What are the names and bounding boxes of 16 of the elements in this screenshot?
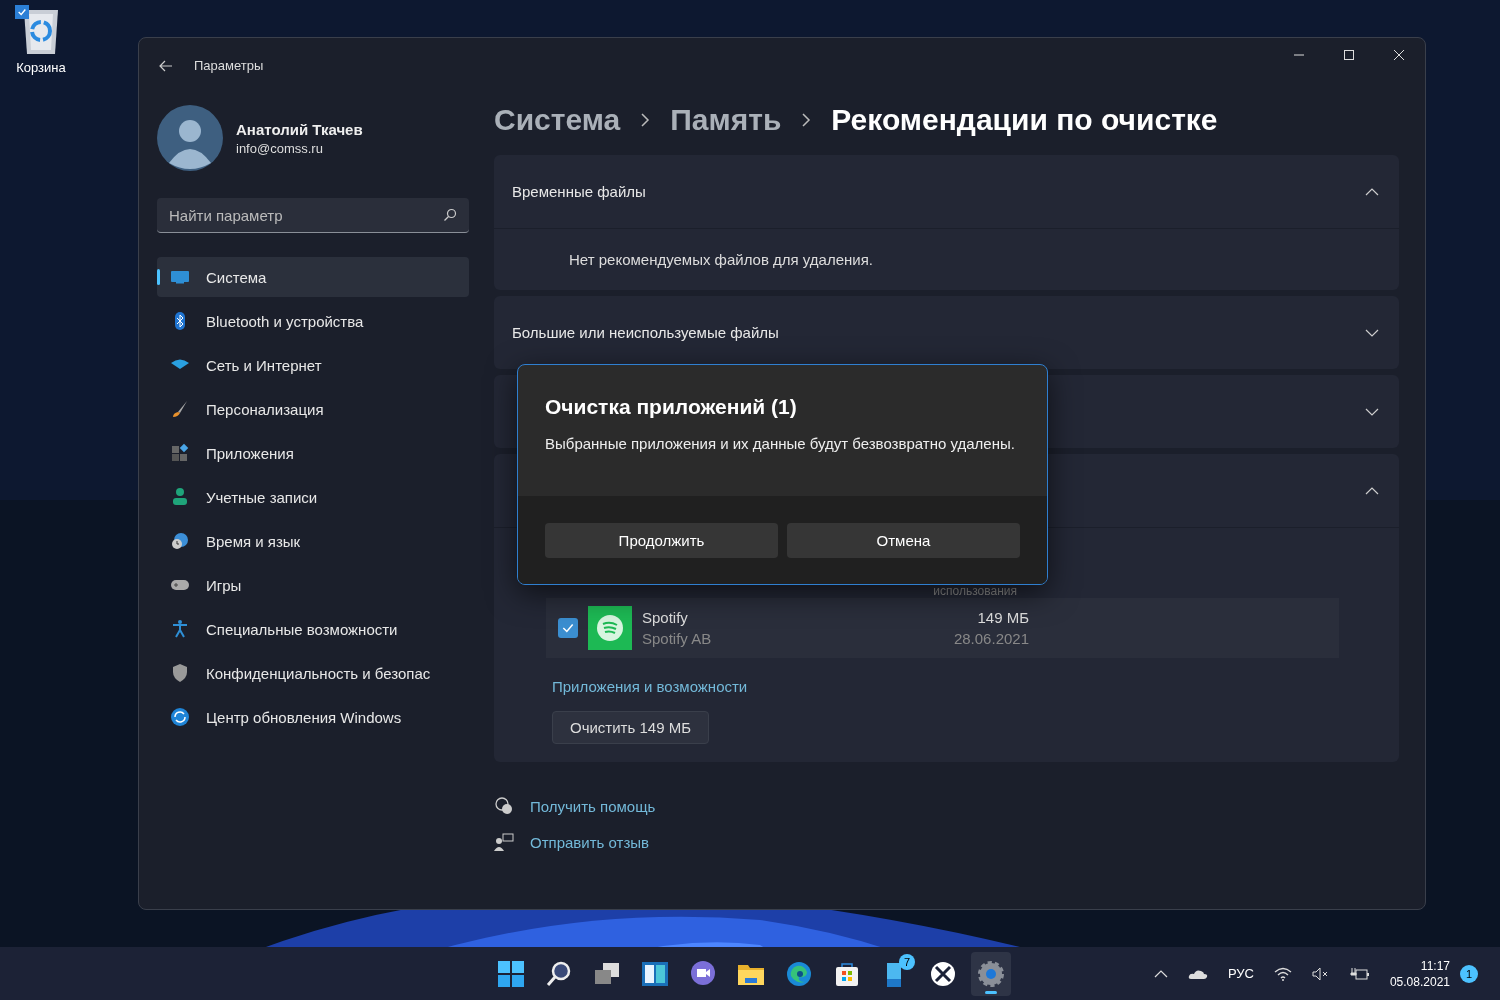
- column-header: использования: [933, 584, 1017, 598]
- user-email: info@comss.ru: [236, 140, 324, 156]
- app-date: 28.06.2021: [953, 630, 1029, 647]
- app-publisher: Spotify AB: [642, 630, 713, 647]
- app-name: Spotify: [642, 609, 689, 626]
- dialog-title: Очистка приложений (1): [545, 395, 798, 419]
- window-title: Параметры: [194, 58, 264, 73]
- breadcrumb-item: Рекомендации по очистке: [831, 103, 1218, 137]
- empty-message: Нет рекомендуемых файлов для удаления.: [568, 250, 874, 270]
- app-size: 149 МБ: [977, 609, 1029, 626]
- dialog-message: Выбранные приложения и их данные будут безвозвратно удалены.: [545, 435, 1016, 452]
- section-title: Временные файлы: [512, 183, 646, 200]
- notification-badge: 7: [899, 953, 915, 970]
- user-name: Анатолий Ткачев: [236, 120, 363, 138]
- section-title: Большие или неиспользуемые файлы: [512, 324, 779, 341]
- desktop-icon-label: Корзина: [16, 60, 66, 75]
